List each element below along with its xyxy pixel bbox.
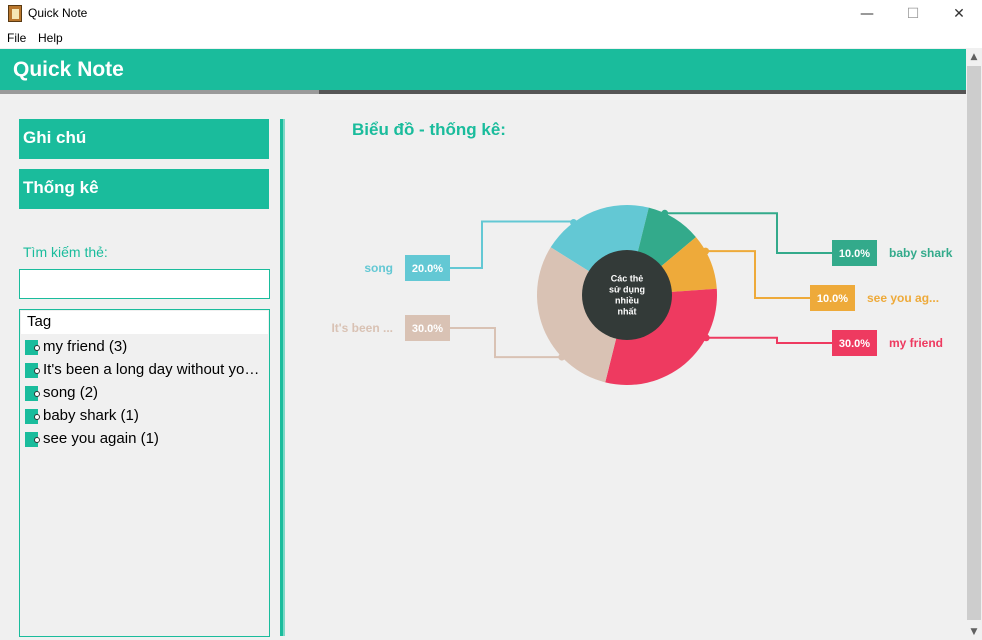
notebook-icon xyxy=(8,5,22,22)
sidebar-divider-highlight xyxy=(283,119,285,636)
scrollbar-thumb[interactable] xyxy=(967,66,981,620)
tag-list[interactable]: Tag my friend (3) It's been a long day w… xyxy=(19,309,270,637)
menu-file[interactable]: File xyxy=(7,31,26,45)
tag-icon xyxy=(25,363,40,378)
header-title: Quick Note xyxy=(13,58,124,81)
tag-item-label: see you again (1) xyxy=(43,430,159,447)
close-button[interactable]: ✕ xyxy=(936,0,982,28)
chart-center-label-line: sử dụng xyxy=(609,285,645,295)
tag-item[interactable]: song (2) xyxy=(25,382,265,404)
search-tag-input[interactable] xyxy=(19,269,270,299)
header-underline-left xyxy=(0,90,319,94)
value-label: 30.0% xyxy=(839,338,870,350)
tag-icon xyxy=(25,340,40,355)
pie-chart: Các thẻ sử dụng nhiều nhất 20.0% song 10.0% ba… xyxy=(331,205,953,385)
title-bar: Quick Note — ☐ ✕ xyxy=(0,0,982,28)
scroll-down-icon[interactable]: ▼ xyxy=(966,624,982,640)
value-label: 10.0% xyxy=(817,293,848,305)
tag-item[interactable]: my friend (3) xyxy=(25,336,265,358)
chart-center-label-line: nhất xyxy=(618,307,637,317)
tag-item[interactable]: see you again (1) xyxy=(25,428,265,450)
value-label: 10.0% xyxy=(839,248,870,260)
slice-name-label: song xyxy=(364,261,393,275)
app-header: Quick Note xyxy=(0,49,966,90)
value-label: 30.0% xyxy=(412,323,443,335)
tag-icon xyxy=(25,432,40,447)
slice-name-label: see you ag... xyxy=(867,291,939,305)
statistics-button[interactable]: Thống kê xyxy=(19,169,269,209)
tag-item[interactable]: It's been a long day without you (1) xyxy=(25,359,265,381)
scroll-up-icon[interactable]: ▲ xyxy=(966,49,982,65)
menu-help[interactable]: Help xyxy=(38,31,63,45)
slice-name-label: baby shark xyxy=(889,246,953,260)
tag-item[interactable]: baby shark (1) xyxy=(25,405,265,427)
slice-name-label: It's been ... xyxy=(331,321,393,335)
value-label: 20.0% xyxy=(412,263,443,275)
minimize-button[interactable]: — xyxy=(844,0,890,28)
search-tag-label: Tìm kiếm thẻ: xyxy=(23,244,108,260)
leader-line xyxy=(706,336,832,344)
chart-center-label-line: Các thẻ xyxy=(611,274,644,284)
slice-name-label: my friend xyxy=(889,336,943,350)
leader-line xyxy=(450,327,562,359)
tag-icon xyxy=(25,386,40,401)
tag-item-label: my friend (3) xyxy=(43,338,128,355)
chart-title: Biểu đồ - thống kê: xyxy=(352,120,506,139)
window-title: Quick Note xyxy=(28,6,88,20)
notes-button[interactable]: Ghi chú xyxy=(19,119,269,159)
maximize-button[interactable]: ☐ xyxy=(890,0,936,28)
tag-item-label: It's been a long day without you (1) xyxy=(43,361,263,378)
tag-icon xyxy=(25,409,40,424)
menu-bar: File Help xyxy=(0,28,982,48)
tag-item-label: song (2) xyxy=(43,384,99,401)
tag-item-label: baby shark (1) xyxy=(43,407,139,424)
tag-list-header: Tag xyxy=(21,311,268,334)
header-underline-right xyxy=(319,90,966,94)
leader-line xyxy=(705,250,810,299)
chart-center-label-line: nhiều xyxy=(615,296,639,306)
